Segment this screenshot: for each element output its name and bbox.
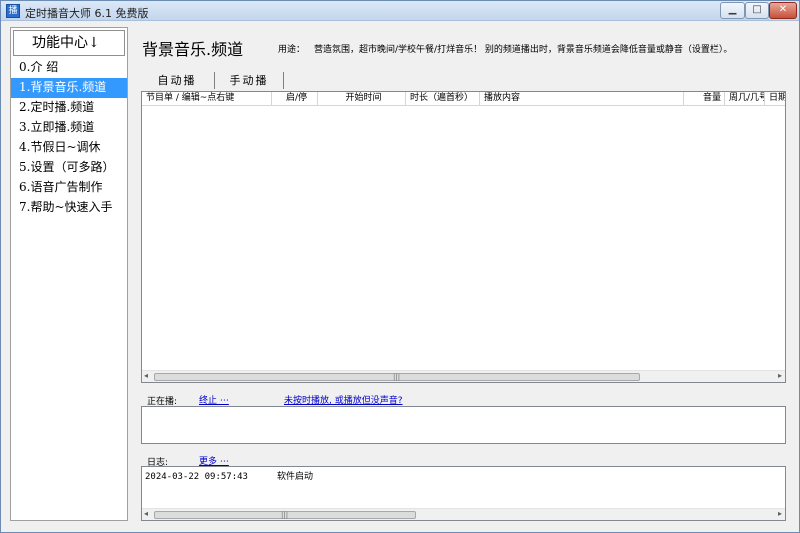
sidebar-item-settings[interactable]: 5.设置（可多路） [11, 158, 127, 178]
now-playing-box [141, 406, 786, 444]
stop-link[interactable]: 终止 ⋯ [199, 393, 229, 406]
sidebar-list: 0.介 绍 1.背景音乐.频道 2.定时播.频道 3.立即播.频道 4.节假日~… [11, 58, 127, 218]
column-duration[interactable]: 时长（遍首秒） [406, 92, 480, 105]
sidebar-item-voice-ad[interactable]: 6.语音广告制作 [11, 178, 127, 198]
scroll-left-icon[interactable]: ◂ [144, 371, 148, 380]
scroll-right-icon[interactable]: ▸ [778, 509, 782, 518]
table-header: 节目单 / 编辑~点右键 启/停 开始时间 时长（遍首秒） 播放内容 音量 周几… [142, 92, 785, 106]
log-entry: 2024-03-22 09:57:43 软件启动 [145, 469, 313, 482]
sidebar-item-holidays[interactable]: 4.节假日~调休 [11, 138, 127, 158]
usage-label: 用途： [278, 45, 306, 55]
app-icon: 播 [6, 4, 20, 18]
sidebar-header[interactable]: 功能中心↓ [13, 30, 125, 56]
column-volume[interactable]: 音量 [684, 92, 725, 105]
sidebar-item-help[interactable]: 7.帮助~快速入手 [11, 198, 127, 218]
log-list[interactable]: 2024-03-22 09:57:43 软件启动 ◂ ||| ▸ [141, 466, 786, 521]
sidebar-item-instant[interactable]: 3.立即播.频道 [11, 118, 127, 138]
page-title: 背景音乐.频道 [142, 40, 244, 59]
sidebar-item-intro[interactable]: 0.介 绍 [11, 58, 127, 78]
window-title: 定时播音大师 6.1 免费版 [25, 7, 149, 20]
minimize-button[interactable]: ▁ [720, 2, 745, 19]
scroll-left-icon[interactable]: ◂ [144, 509, 148, 518]
log-timestamp: 2024-03-22 09:57:43 [145, 472, 248, 482]
scroll-thumb[interactable]: ||| [154, 511, 416, 519]
column-program[interactable]: 节目单 / 编辑~点右键 [142, 92, 272, 105]
log-horizontal-scrollbar[interactable]: ◂ ||| ▸ [142, 508, 785, 520]
scroll-right-icon[interactable]: ▸ [778, 371, 782, 380]
function-sidebar: 功能中心↓ 0.介 绍 1.背景音乐.频道 2.定时播.频道 3.立即播.频道 … [10, 27, 128, 521]
maximize-button[interactable]: □ [745, 2, 769, 19]
close-button[interactable]: ✕ [769, 2, 797, 19]
tab-auto-play[interactable]: 自动播 [142, 72, 212, 89]
app-window: 播 定时播音大师 6.1 免费版 ▁ □ ✕ 功能中心↓ 0.介 绍 1.背景音… [0, 0, 800, 533]
scroll-thumb[interactable]: ||| [154, 373, 640, 381]
no-sound-help-link[interactable]: 未按时播放, 或播放但没声音? [284, 393, 403, 406]
column-date[interactable]: 日期 [765, 92, 785, 105]
title-bar: 播 定时播音大师 6.1 免费版 ▁ □ ✕ [1, 1, 799, 21]
sidebar-item-scheduled[interactable]: 2.定时播.频道 [11, 98, 127, 118]
table-horizontal-scrollbar[interactable]: ◂ ||| ▸ [142, 370, 785, 382]
grip-icon: ||| [281, 511, 289, 519]
grip-icon: ||| [393, 373, 401, 381]
tab-manual-play[interactable]: 手动播 [214, 72, 284, 89]
schedule-table[interactable]: 节目单 / 编辑~点右键 启/停 开始时间 时长（遍首秒） 播放内容 音量 周几… [141, 91, 786, 383]
usage-description: 营造氛围，超市晚间/学校午餐/打烊音乐！ 别的频道播出时，背景音乐频道会降低音量… [314, 45, 733, 55]
column-weekday[interactable]: 周几/几号 [725, 92, 765, 105]
column-content[interactable]: 播放内容 [480, 92, 684, 105]
sidebar-item-background-music[interactable]: 1.背景音乐.频道 [11, 78, 127, 98]
column-on-off[interactable]: 启/停 [272, 92, 318, 105]
log-message: 软件启动 [277, 472, 314, 482]
column-start-time[interactable]: 开始时间 [318, 92, 406, 105]
